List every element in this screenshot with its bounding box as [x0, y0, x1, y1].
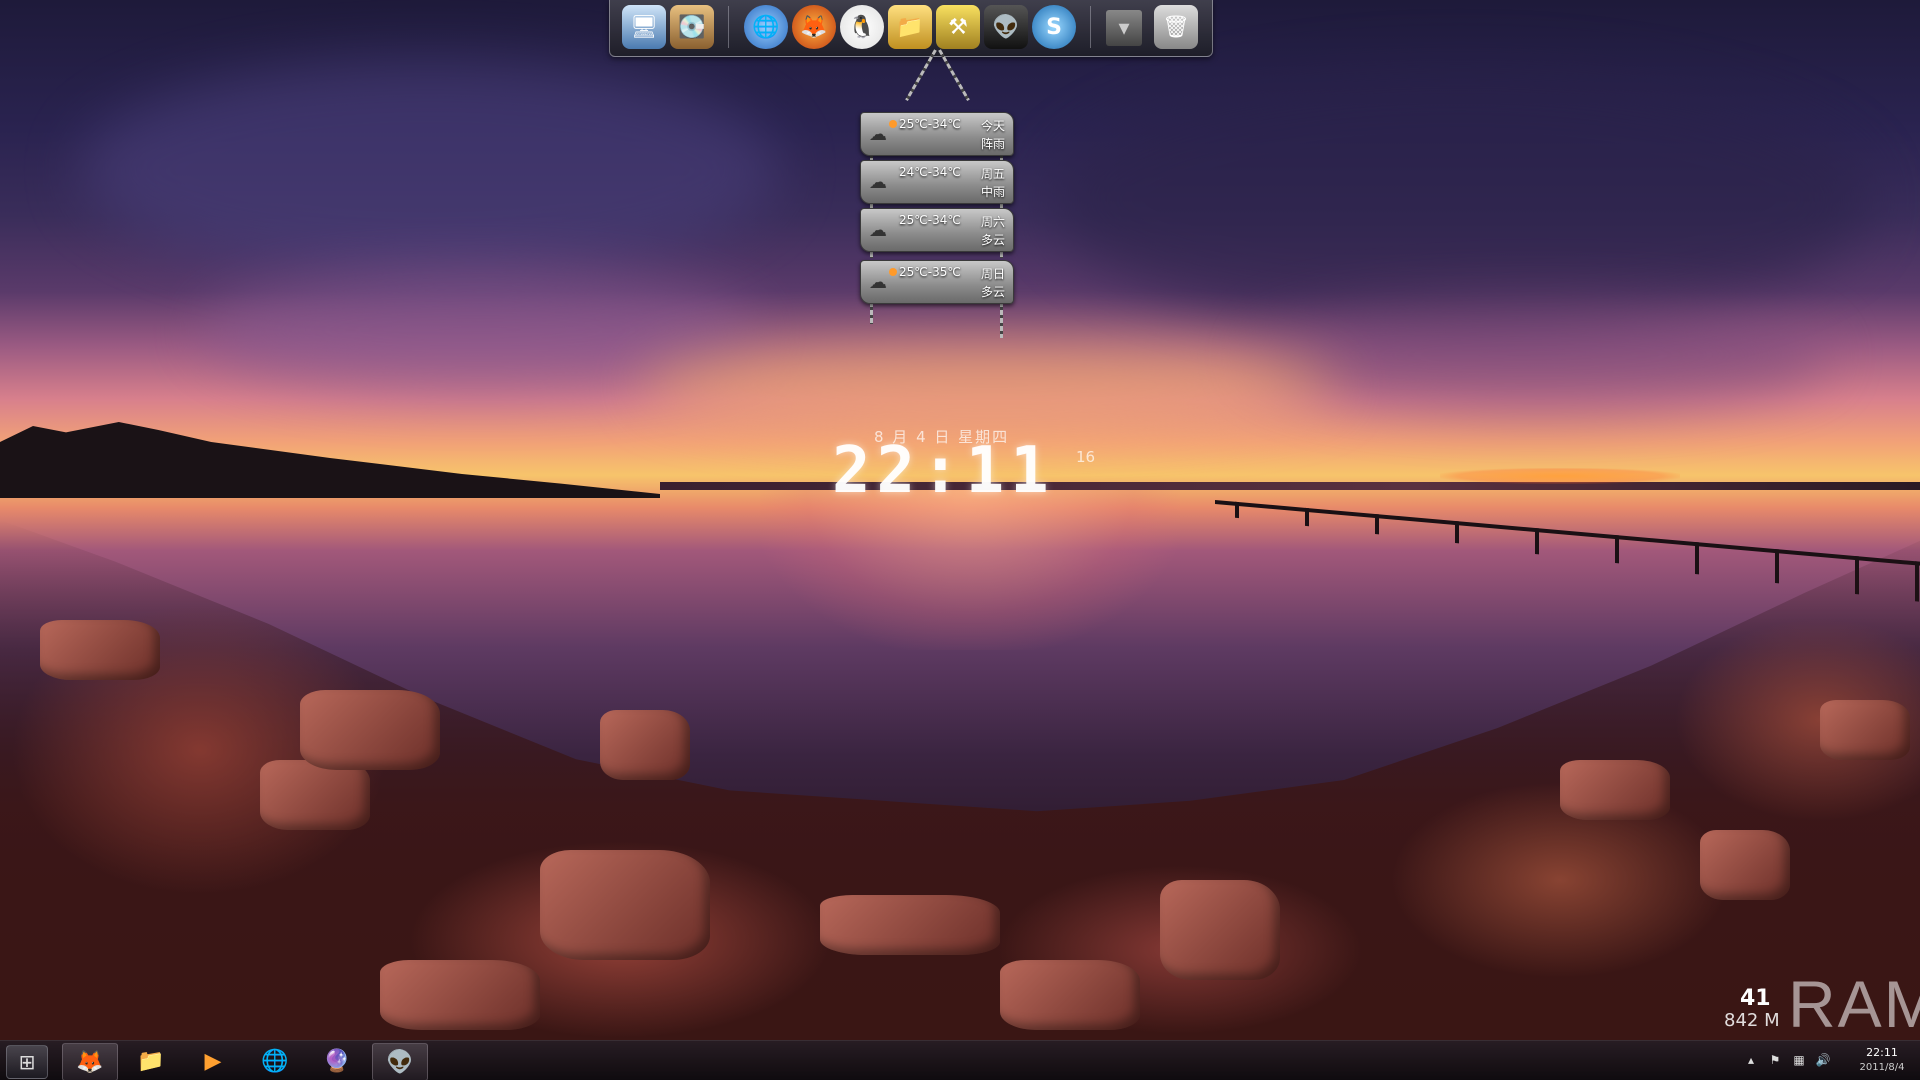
ie-browser-icon[interactable]: 🌐	[744, 5, 788, 49]
wallpaper-cloud	[1250, 300, 1830, 410]
weather-temperature: 25℃-35℃	[899, 265, 961, 279]
wallpaper-rock	[1000, 960, 1140, 1030]
wallpaper-cloud	[640, 340, 1340, 430]
taskbar-messenger[interactable]: 🔮	[310, 1043, 364, 1079]
wallpaper-rock	[260, 760, 370, 830]
tray-action-center-icon[interactable]: ⚑	[1766, 1051, 1784, 1069]
weather-temperature: 25℃-34℃	[899, 117, 961, 131]
pier-post	[1235, 501, 1239, 519]
taskbar-foobar[interactable]: 👽	[372, 1043, 428, 1080]
ram-used: 842 M	[1724, 1010, 1780, 1031]
weather-condition: 多云	[980, 285, 1005, 299]
rain-cloud-icon: ☁	[869, 123, 887, 145]
firefox-icon[interactable]: 🦊	[792, 5, 836, 49]
clock-seconds: 16	[1076, 448, 1096, 466]
clock-time: 22:11	[832, 434, 1055, 508]
expand-arrow-icon[interactable]: ▾	[1106, 10, 1142, 46]
pier-post	[1775, 548, 1779, 584]
taskbar: ⊞ 🦊 📁 ▶ 🌐 🔮 👽 ▴ ⚑ ▦ 🔊 22:11 2011/8/4	[0, 1040, 1920, 1080]
wallpaper-rock	[1160, 880, 1280, 980]
wallpaper-rock	[600, 710, 690, 780]
weather-widget[interactable]: ☁ 25℃-34℃ 今天 阵雨 ☁ 24℃-34℃ 周五 中雨 ☁ 25℃-34…	[858, 49, 1018, 350]
foobar-icon[interactable]: 👽	[984, 5, 1028, 49]
desktop: 🖥 💽 🌐 🦊 🐧 📁 ⚒ 👽 S ▾ 🗑 ☁ 25℃-34℃ 今天 阵雨 ☁ …	[0, 0, 1920, 1080]
taskbar-media-player[interactable]: ▶	[186, 1043, 240, 1079]
tray-clock-time[interactable]: 22:11	[1852, 1046, 1912, 1059]
weather-chain-link	[1000, 302, 1003, 338]
weather-condition: 中雨	[980, 185, 1005, 199]
recycle-bin-icon[interactable]: 🗑	[1154, 5, 1198, 49]
cloudy-icon: ☁	[869, 219, 887, 241]
wallpaper-rock	[820, 895, 1000, 955]
weather-temperature: 25℃-34℃	[899, 213, 961, 227]
ram-percent: 41	[1740, 986, 1771, 1011]
wallpaper-water-reflection	[760, 490, 1180, 650]
wallpaper-rock	[40, 620, 160, 680]
download-folder-icon[interactable]: 📁	[888, 5, 932, 49]
weather-condition: 阵雨	[980, 137, 1005, 151]
weather-day-label: 周日	[980, 267, 1005, 281]
taskbar-firefox[interactable]: 🦊	[62, 1043, 118, 1080]
rain-cloud-icon: ☁	[869, 171, 887, 193]
pier-post	[1375, 513, 1379, 535]
computer-icon[interactable]: 🖥	[622, 5, 666, 49]
weather-day-label: 周五	[980, 167, 1005, 181]
weather-day-board[interactable]: ☁ 25℃-34℃ 周六 多云	[860, 208, 1014, 252]
tray-show-hidden-icon[interactable]: ▴	[1742, 1051, 1760, 1069]
pier-post	[1695, 541, 1699, 575]
weather-day-board[interactable]: ☁ 25℃-35℃ 周日 多云	[860, 260, 1014, 304]
weather-day-board[interactable]: ☁ 25℃-34℃ 今天 阵雨	[860, 112, 1014, 156]
skype-icon[interactable]: S	[1032, 5, 1076, 49]
tools-icon[interactable]: ⚒	[936, 5, 980, 49]
weather-chain-link	[870, 302, 873, 324]
taskbar-explorer[interactable]: 📁	[124, 1043, 178, 1079]
sun-icon	[889, 268, 897, 276]
weather-day-label: 今天	[980, 119, 1005, 133]
weather-temperature: 24℃-34℃	[899, 165, 961, 179]
wallpaper-cloud	[1050, 70, 1870, 330]
wallpaper-rock	[1820, 700, 1910, 760]
wallpaper-rock	[1700, 830, 1790, 900]
weather-chain-right	[938, 49, 970, 101]
pier-post	[1455, 520, 1459, 544]
cloudy-icon: ☁	[869, 271, 887, 293]
tray-clock-date[interactable]: 2011/8/4	[1852, 1062, 1912, 1073]
top-dock: 🖥 💽 🌐 🦊 🐧 📁 ⚒ 👽 S ▾ 🗑	[609, 0, 1213, 57]
ram-label: RAM	[1788, 967, 1920, 1041]
wallpaper-rock	[300, 690, 440, 770]
pier-post	[1305, 507, 1309, 527]
windows-logo-icon: ⊞	[18, 1050, 36, 1074]
tray-volume-icon[interactable]: 🔊	[1814, 1051, 1832, 1069]
pier-deck	[1215, 500, 1920, 566]
wallpaper-rock	[380, 960, 540, 1030]
weather-day-board[interactable]: ☁ 24℃-34℃ 周五 中雨	[860, 160, 1014, 204]
hard-disk-icon[interactable]: 💽	[670, 5, 714, 49]
wallpaper-left-shore	[0, 422, 660, 498]
qq-icon[interactable]: 🐧	[840, 5, 884, 49]
weather-condition: 多云	[980, 233, 1005, 247]
taskbar-ie-browser[interactable]: 🌐	[248, 1043, 302, 1079]
start-button[interactable]: ⊞	[6, 1045, 48, 1079]
dock-separator	[1090, 6, 1091, 48]
wallpaper-rock	[1560, 760, 1670, 820]
tray-network-icon[interactable]: ▦	[1790, 1051, 1808, 1069]
pier-post	[1535, 527, 1539, 555]
pier-post	[1615, 534, 1619, 564]
weather-day-label: 周六	[980, 215, 1005, 229]
wallpaper-city-lights	[1440, 468, 1680, 484]
wallpaper-rock	[540, 850, 710, 960]
wallpaper-cloud	[80, 60, 780, 280]
sun-icon	[889, 120, 897, 128]
dock-separator	[728, 6, 729, 48]
weather-chain-left	[905, 49, 937, 101]
